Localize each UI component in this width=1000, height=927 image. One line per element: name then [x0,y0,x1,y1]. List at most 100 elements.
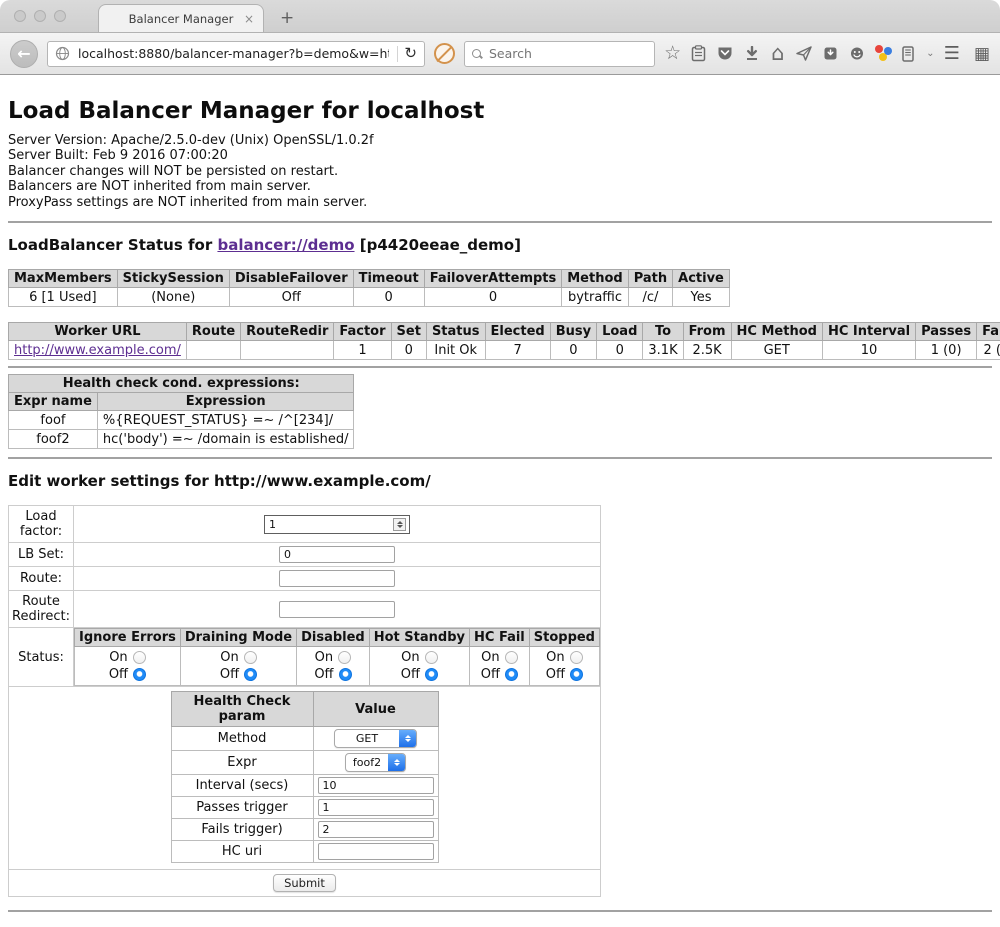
window-close-button[interactable] [14,10,26,22]
select-stepper-icon [399,730,416,747]
hc-row-passes: Passes trigger [171,797,438,819]
hc-expr-select[interactable]: foof2 [345,753,406,772]
content-blocker-icon[interactable] [434,43,455,64]
stopped-on-radio[interactable] [570,651,583,664]
hot-standby-on-radio[interactable] [425,651,438,664]
passes-input[interactable] [318,799,434,816]
status-table: Ignore Errors Draining Mode Disabled Hot… [74,628,600,686]
hc-row-interval: Interval (secs) [171,775,438,797]
server-built-line: Server Built: Feb 9 2016 07:00:20 [8,148,992,163]
chevron-down-icon[interactable]: ⌄ [926,48,935,59]
draining-mode-radios: On Off [180,647,296,686]
disabled-on-radio[interactable] [338,651,351,664]
submit-button[interactable]: Submit [273,874,336,892]
fails-input[interactable] [318,821,434,838]
hc-fail-off-radio[interactable] [505,668,518,681]
load-factor-label: Load factor: [9,506,74,543]
col-draining-mode: Draining Mode [180,629,296,647]
lb-status-heading: LoadBalancer Status for balancer://demo … [8,236,992,254]
home-icon[interactable]: ⌂ [769,44,786,64]
menu-icon[interactable]: ☰ [944,43,960,64]
tab-bar: Balancer Manager × + [0,0,1000,33]
cell-expression: hc('body') =~ /domain is established/ [97,430,354,449]
load-factor-input[interactable] [267,517,393,532]
hc-fail-on-radio[interactable] [505,651,518,664]
search-bar[interactable] [464,41,655,67]
hc-row-method: Method GET [171,727,438,751]
col-ignore-errors: Ignore Errors [75,629,181,647]
ignore-errors-off-radio[interactable] [133,668,146,681]
on-label: On [401,649,419,666]
url-bar[interactable]: ↻ [47,41,425,67]
globe-icon [55,44,70,64]
browser-window: Balancer Manager × + ← ↻ ☆ ⌂ [0,0,1000,927]
new-tab-button[interactable]: + [280,10,294,27]
grid-panel-icon[interactable]: ▦ [974,44,990,64]
col-hc-interval: HC Interval [822,323,915,341]
on-label: On [315,649,333,666]
stopped-off-radio[interactable] [570,668,583,681]
clipboard-icon[interactable] [690,44,707,64]
route-redirect-input[interactable] [279,601,395,618]
table-header-row: Worker URL Route RouteRedir Factor Set S… [9,323,1000,341]
off-label: Off [401,666,420,683]
tab-close-icon[interactable]: × [244,12,254,26]
status-label: Status: [9,628,74,687]
table-row: foof2 hc('body') =~ /domain is establish… [9,430,354,449]
lb-set-label: LB Set: [9,543,74,567]
bookmark-star-icon[interactable]: ☆ [664,44,681,64]
search-input[interactable] [487,45,647,62]
route-input[interactable] [279,570,395,587]
route-label: Route: [9,567,74,591]
hot-standby-off-radio[interactable] [425,668,438,681]
cell-active: Yes [673,288,730,307]
table-row: foof %{REQUEST_STATUS} =~ /^[234]/ [9,411,354,430]
url-input[interactable] [76,45,391,62]
draining-mode-on-radio[interactable] [244,651,257,664]
worker-url-link[interactable]: http://www.example.com/ [14,343,181,358]
balancer-demo-link[interactable]: balancer://demo [217,236,354,254]
cell-to: 3.1K [643,341,683,360]
hc-row-hcuri: HC uri [171,841,438,863]
send-tab-icon[interactable] [795,44,812,64]
number-spinner-icon[interactable] [393,518,406,531]
col-failoverattempts: FailoverAttempts [424,270,562,288]
hc-expressions-table: Health check cond. expressions: Expr nam… [8,374,354,449]
sidebar-panel-icon[interactable] [900,44,917,64]
col-set: Set [391,323,426,341]
cell-elected: 7 [485,341,550,360]
col-active: Active [673,270,730,288]
off-label: Off [220,666,239,683]
tab-balancer-manager[interactable]: Balancer Manager × [98,4,264,32]
downloads-icon[interactable] [743,44,760,64]
col-worker-url: Worker URL [9,323,187,341]
feedback-smiley-icon[interactable] [848,44,865,64]
on-label: On [546,649,564,666]
colors-extension-icon[interactable] [874,45,890,62]
reload-icon[interactable]: ↻ [404,46,417,61]
ignore-errors-radios: On Off [75,647,181,686]
submit-cell: Submit [9,870,601,897]
cell-set: 0 [391,341,426,360]
cell-load: 0 [597,341,643,360]
method-label: Method [171,727,313,751]
draining-mode-off-radio[interactable] [244,668,257,681]
divider [8,366,992,368]
hcuri-input[interactable] [318,843,434,860]
fails-cell [313,819,438,841]
form-row-submit: Submit [9,870,601,897]
back-button[interactable]: ← [10,40,38,68]
health-check-table: Health Check param Value Method GET [171,691,439,863]
col-passes: Passes [916,323,977,341]
save-page-icon[interactable] [822,44,839,64]
hc-method-select[interactable]: GET [334,729,417,748]
interval-input[interactable] [318,777,434,794]
lb-set-input[interactable] [279,546,395,563]
ignore-errors-on-radio[interactable] [133,651,146,664]
form-row-load-factor: Load factor: [9,506,601,543]
disabled-off-radio[interactable] [339,668,352,681]
col-expr-name: Expr name [9,393,98,411]
window-minimize-button[interactable] [34,10,46,22]
window-zoom-button[interactable] [54,10,66,22]
pocket-icon[interactable] [717,44,734,64]
